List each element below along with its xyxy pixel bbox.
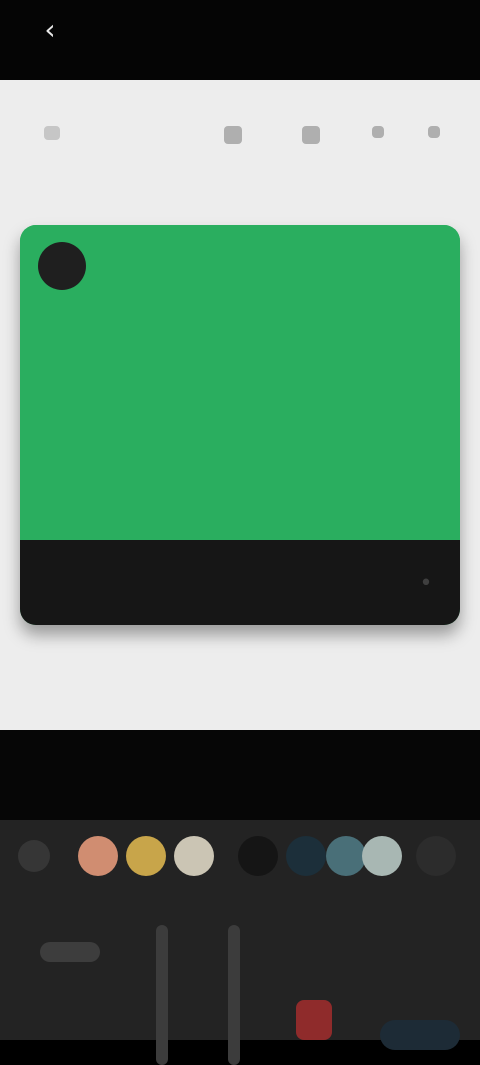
color-swatches [0,820,480,890]
swatch-7[interactable] [362,836,402,876]
swatch-3[interactable] [174,836,214,876]
top-bar: ‹ [0,0,480,80]
card-content [20,225,460,540]
tool-icon-2[interactable] [302,126,320,144]
active-color[interactable] [296,1000,332,1040]
tool-icon-3[interactable] [372,126,384,138]
swatch-1[interactable] [78,836,118,876]
chevron-left-icon: ‹ [44,13,56,46]
slider-handle[interactable] [156,925,168,1065]
tool-button[interactable] [40,942,100,962]
tool-icon-1[interactable] [224,126,242,144]
bottom-tools [0,890,480,1065]
swatch-6[interactable] [326,836,366,876]
avatar-icon [38,242,86,290]
swatch-4[interactable] [238,836,278,876]
dot-icon[interactable]: • [412,569,440,597]
story-card[interactable]: • [20,225,460,625]
editor-canvas: • [0,80,480,730]
back-button[interactable]: ‹ [34,14,66,46]
slider-handle[interactable] [228,925,240,1065]
tool-icon-4[interactable] [428,126,440,138]
swatch-2[interactable] [126,836,166,876]
card-footer: • [20,540,460,625]
toolbar-row [0,80,480,190]
swatch-8[interactable] [416,836,456,876]
bottom-tools-panel [0,730,480,1065]
swatch-5[interactable] [286,836,326,876]
apply-chip[interactable] [380,1020,460,1050]
swatch-0[interactable] [18,840,50,872]
menu-icon[interactable] [44,126,60,140]
